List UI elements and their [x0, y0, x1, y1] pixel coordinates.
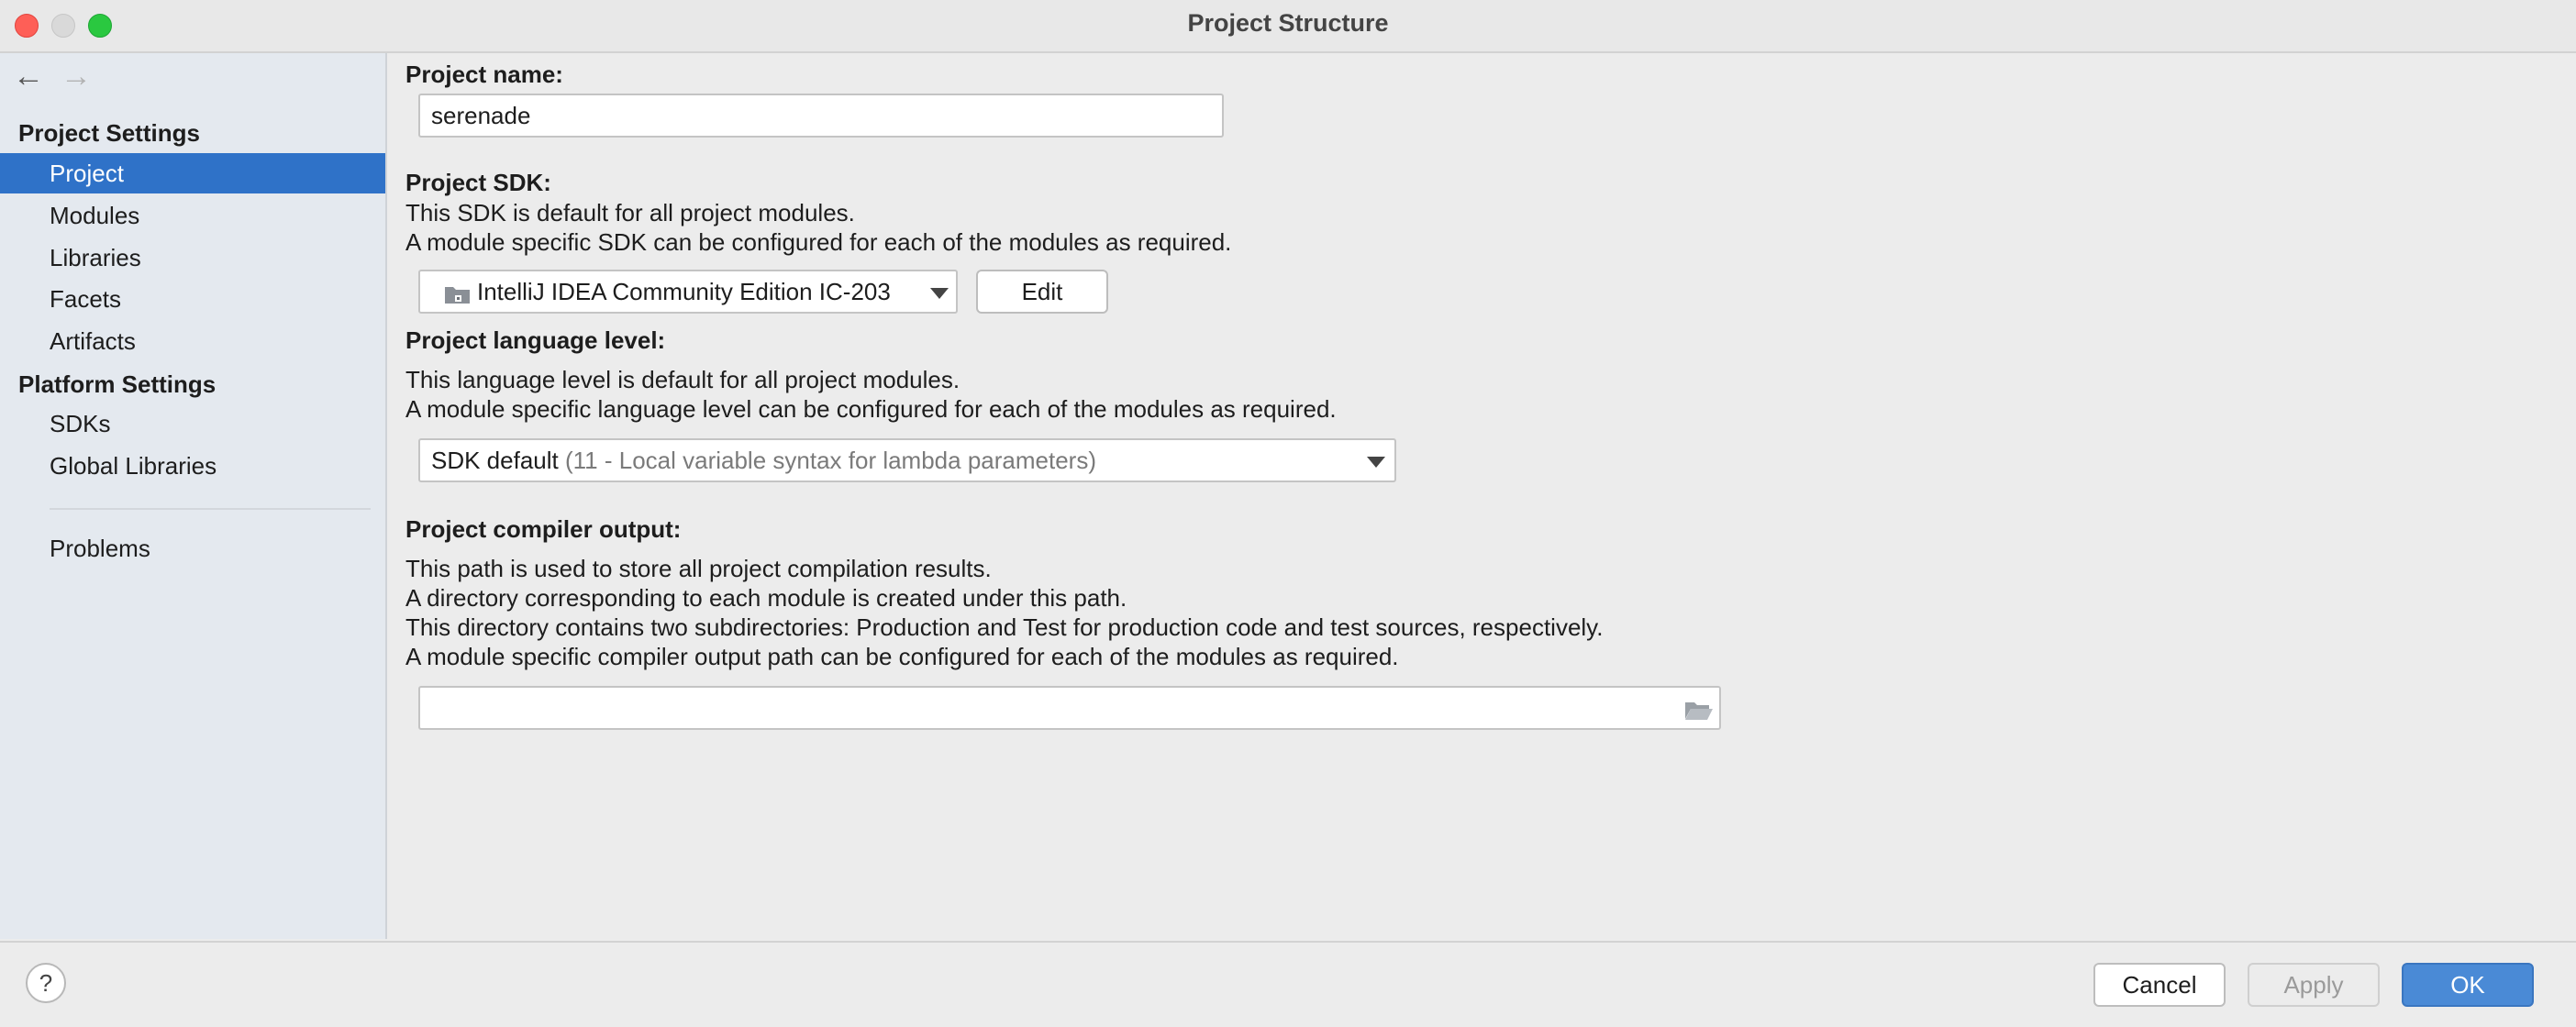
language-level-desc-1: This language level is default for all p… — [405, 366, 960, 393]
compiler-output-desc-4: A module specific compiler output path c… — [405, 643, 1399, 670]
project-name-input[interactable]: serenade — [418, 94, 1224, 138]
language-level-dropdown[interactable]: SDK default (11 - Local variable syntax … — [418, 438, 1396, 482]
sidebar-item-project[interactable]: Project — [0, 153, 385, 193]
language-level-desc-2: A module specific language level can be … — [405, 395, 1337, 423]
ok-button[interactable]: OK — [2402, 963, 2534, 1007]
language-level-selected: SDK default — [431, 447, 559, 474]
platform-settings-header: Platform Settings — [18, 370, 217, 398]
help-button[interactable]: ? — [26, 963, 66, 1003]
project-sdk-label: Project SDK: — [405, 169, 551, 196]
sidebar-item-problems[interactable]: Problems — [0, 528, 385, 569]
dialog-footer: ? Cancel Apply OK — [0, 941, 2576, 1027]
sidebar-item-libraries[interactable]: Libraries — [0, 237, 385, 278]
compiler-output-desc-2: A directory corresponding to each module… — [405, 584, 1127, 612]
cancel-button[interactable]: Cancel — [2093, 963, 2226, 1007]
chevron-down-icon — [930, 288, 949, 299]
browse-folder-icon[interactable] — [1684, 699, 1714, 721]
sidebar-item-facets[interactable]: Facets — [0, 279, 385, 319]
sdk-folder-icon — [445, 287, 470, 304]
project-sdk-selected: IntelliJ IDEA Community Edition IC-203 — [477, 278, 891, 305]
compiler-output-input[interactable] — [418, 686, 1721, 730]
edit-sdk-button[interactable]: Edit — [976, 270, 1108, 314]
main-content: Project name: serenade Project SDK: This… — [387, 53, 2576, 939]
language-level-label: Project language level: — [405, 326, 666, 354]
project-sdk-desc-1: This SDK is default for all project modu… — [405, 199, 855, 226]
compiler-output-desc-1: This path is used to store all project c… — [405, 555, 992, 582]
project-name-label: Project name: — [405, 61, 563, 88]
project-name-value: serenade — [431, 102, 531, 129]
title-bar: Project Structure — [0, 0, 2576, 53]
sidebar-item-artifacts[interactable]: Artifacts — [0, 321, 385, 361]
compiler-output-desc-3: This directory contains two subdirectori… — [405, 613, 1604, 641]
project-settings-header: Project Settings — [18, 119, 200, 147]
sidebar: ← → Project Settings Project Modules Lib… — [0, 53, 387, 939]
project-sdk-dropdown[interactable]: IntelliJ IDEA Community Edition IC-203 — [418, 270, 958, 314]
chevron-down-icon — [1367, 457, 1385, 468]
window-title: Project Structure — [1187, 9, 1389, 37]
sidebar-divider — [50, 508, 371, 510]
sidebar-item-sdks[interactable]: SDKs — [0, 403, 385, 444]
project-sdk-desc-2: A module specific SDK can be configured … — [405, 228, 1232, 256]
sidebar-item-global-libraries[interactable]: Global Libraries — [0, 446, 385, 486]
apply-button[interactable]: Apply — [2248, 963, 2380, 1007]
forward-arrow-icon[interactable]: → — [61, 61, 92, 92]
back-arrow-icon[interactable]: ← — [13, 61, 44, 92]
compiler-output-label: Project compiler output: — [405, 515, 682, 543]
sidebar-item-modules[interactable]: Modules — [0, 195, 385, 236]
language-level-hint: (11 - Local variable syntax for lambda p… — [564, 447, 1096, 474]
